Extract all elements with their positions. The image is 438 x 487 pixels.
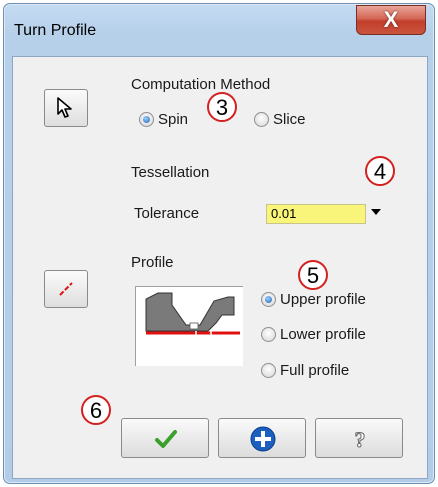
close-icon: X	[383, 7, 399, 32]
upper-profile-radio[interactable]: Upper profile	[261, 291, 366, 308]
profile-preview	[135, 286, 243, 366]
full-profile-label: Full profile	[280, 362, 350, 379]
chevron-down-icon[interactable]	[371, 209, 381, 215]
close-button[interactable]: X	[356, 5, 426, 35]
callout-6: 6	[81, 395, 111, 425]
red-line-icon	[59, 282, 73, 296]
select-profile-button[interactable]	[44, 270, 88, 308]
checkmark-icon	[155, 430, 177, 448]
spin-radio[interactable]: Spin	[139, 111, 188, 128]
slice-radio[interactable]: Slice	[254, 111, 306, 128]
lower-profile-radio-dot	[261, 327, 276, 342]
turn-profile-dialog: Turn Profile X Computation Method Spin S…	[3, 3, 435, 484]
slice-label: Slice	[273, 111, 306, 128]
computation-method-label: Computation Method	[131, 76, 271, 93]
help-button[interactable]: ?	[315, 418, 403, 458]
add-button[interactable]	[218, 418, 306, 458]
lower-profile-radio[interactable]: Lower profile	[261, 326, 366, 343]
question-mark-icon: ?	[354, 427, 366, 453]
callout-5: 5	[298, 260, 328, 290]
plus-icon	[250, 426, 276, 452]
select-geometry-button[interactable]	[44, 89, 88, 127]
tolerance-label: Tolerance	[134, 205, 200, 222]
spin-label: Spin	[158, 111, 189, 128]
tessellation-label: Tessellation	[131, 164, 210, 181]
profile-preview-drawing	[145, 292, 240, 335]
spin-radio-dot	[139, 112, 154, 127]
callout-3: 3	[207, 92, 237, 122]
upper-profile-label: Upper profile	[280, 291, 366, 308]
cursor-arrow-icon	[57, 97, 72, 118]
title-bar[interactable]: Turn Profile X	[4, 4, 434, 56]
svg-text:?: ?	[355, 427, 366, 452]
full-profile-radio-dot	[261, 363, 276, 378]
dialog-title: Turn Profile	[14, 22, 97, 39]
ok-button[interactable]	[121, 418, 209, 458]
lower-profile-label: Lower profile	[280, 326, 366, 343]
tolerance-input[interactable]: 0.01	[266, 204, 366, 224]
full-profile-radio[interactable]: Full profile	[261, 362, 349, 379]
upper-profile-radio-dot	[261, 292, 276, 307]
slice-radio-dot	[254, 112, 269, 127]
profile-label: Profile	[131, 254, 174, 271]
dialog-body: Computation Method Spin Slice 3 Tessella…	[12, 56, 428, 479]
callout-4: 4	[365, 156, 395, 186]
